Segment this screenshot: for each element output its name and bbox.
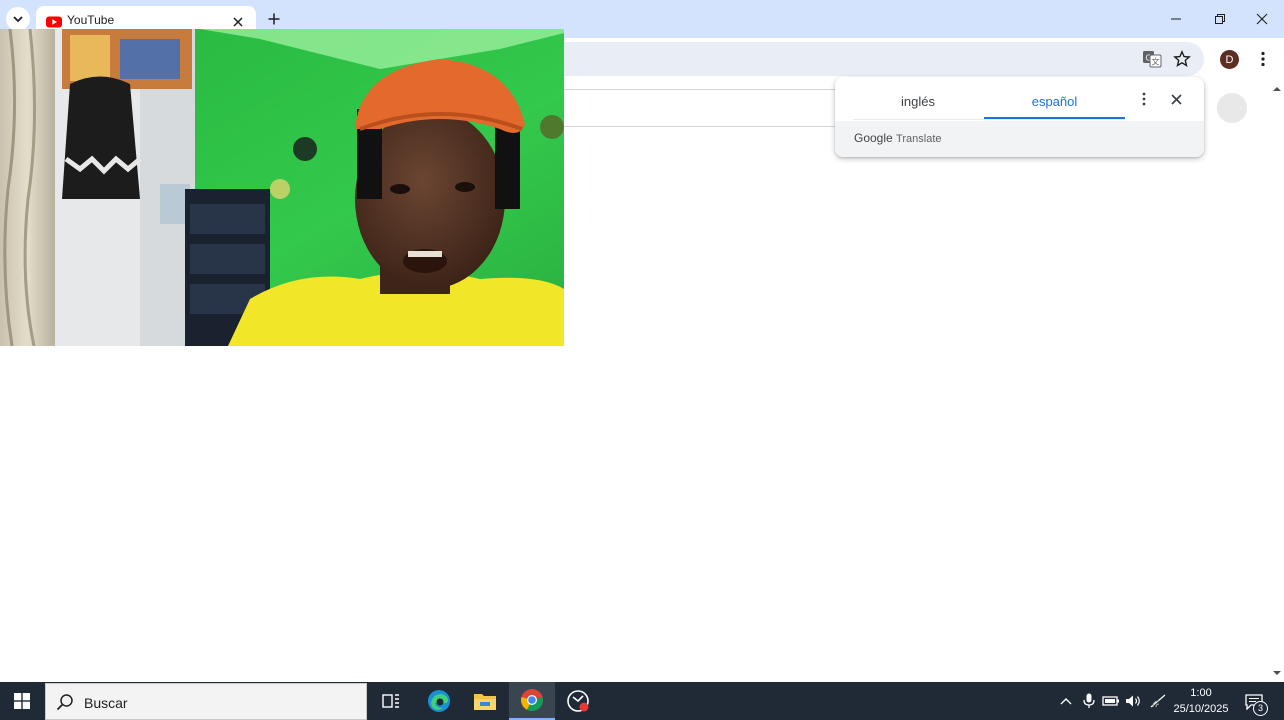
profile-avatar[interactable]: D: [1220, 50, 1239, 69]
chevron-up-icon[interactable]: [1056, 691, 1076, 711]
clock-time: 1:00: [1190, 687, 1212, 699]
bookmark-star-icon[interactable]: [1170, 47, 1194, 71]
google-word: Google: [854, 131, 893, 145]
search-placeholder: Buscar: [84, 695, 128, 711]
tab-search-chevron-icon[interactable]: [6, 7, 30, 31]
recorder-icon[interactable]: [555, 682, 601, 720]
popup-footer: Google Translate: [835, 121, 1204, 157]
taskbar-search-box[interactable]: Buscar: [45, 683, 367, 720]
system-clock[interactable]: 1:00 25/10/2025: [1168, 685, 1234, 717]
battery-icon[interactable]: [1101, 691, 1121, 711]
microphone-icon[interactable]: [1079, 691, 1099, 711]
webcam-video-feed: [0, 29, 564, 346]
page-profile-circle[interactable]: [1217, 93, 1247, 123]
menu-kebab-icon[interactable]: [1251, 47, 1275, 71]
source-language-tab[interactable]: inglés: [853, 85, 983, 119]
windows-start-icon[interactable]: [0, 682, 44, 720]
new-tab-plus-icon[interactable]: [263, 8, 285, 30]
search-icon: [56, 694, 73, 711]
page-search-bar[interactable]: [520, 89, 841, 127]
close-popup-icon[interactable]: [1166, 89, 1186, 109]
translate-popup: inglés español Google Translate: [835, 77, 1204, 157]
notification-count-badge: 3: [1253, 701, 1268, 716]
tab-title: YouTube: [67, 13, 115, 27]
windows-taskbar: Buscar 1:00 25/10/2025 3: [0, 682, 1284, 720]
task-view-icon[interactable]: [368, 682, 414, 720]
file-explorer-icon[interactable]: [462, 682, 508, 720]
minimize-icon[interactable]: [1154, 0, 1198, 38]
tab-divider: [853, 119, 1125, 120]
svg-text:文: 文: [1152, 57, 1160, 67]
youtube-icon: [46, 16, 62, 28]
restore-icon[interactable]: [1198, 0, 1242, 38]
close-icon[interactable]: [1240, 0, 1284, 38]
more-options-icon[interactable]: [1134, 89, 1154, 109]
chrome-icon[interactable]: [509, 682, 555, 720]
webcam-video-overlay: [0, 29, 564, 346]
volume-icon[interactable]: [1124, 691, 1144, 711]
network-icon[interactable]: [1148, 691, 1168, 711]
scroll-down-arrow-icon[interactable]: [1271, 668, 1283, 678]
target-language-tab[interactable]: español: [984, 85, 1125, 119]
google-translate-brand: Google Translate: [854, 131, 942, 145]
clock-date: 25/10/2025: [1173, 703, 1229, 715]
translate-icon[interactable]: G 文: [1140, 47, 1164, 71]
scroll-up-arrow-icon[interactable]: [1271, 84, 1283, 94]
translate-word: Translate: [896, 133, 942, 145]
edge-icon[interactable]: [416, 682, 462, 720]
